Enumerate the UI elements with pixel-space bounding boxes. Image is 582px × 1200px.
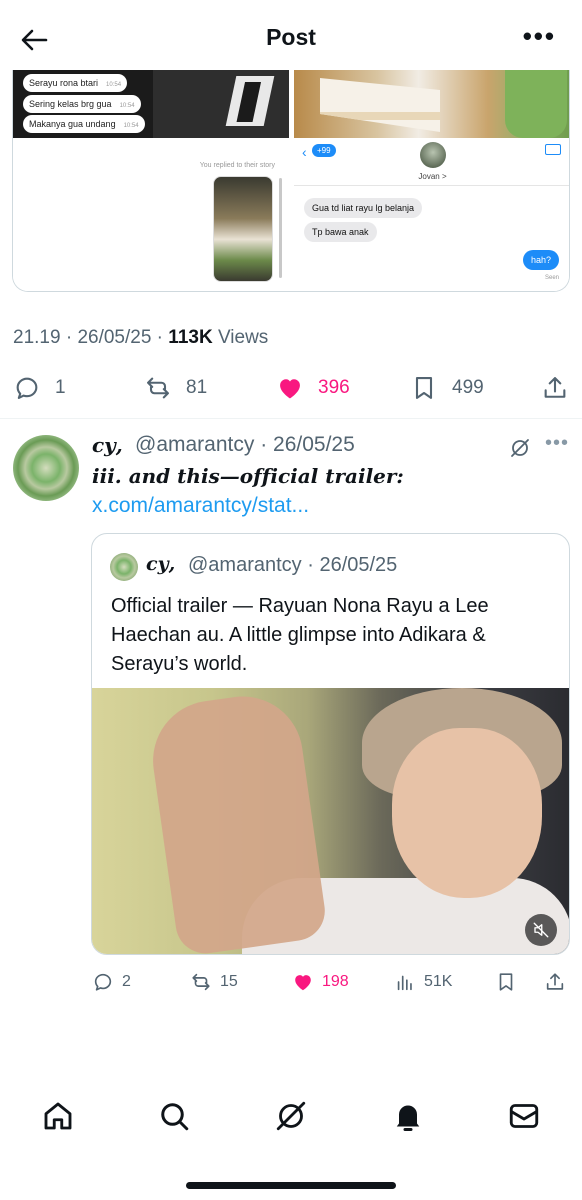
home-icon[interactable] [40,1098,76,1134]
repost-icon [192,973,210,991]
muted-speaker-icon [533,922,549,938]
bookmark-icon [499,973,513,991]
reply-button[interactable]: 2 [92,966,131,998]
reply-icon [16,377,38,399]
like-count: 198 [322,973,349,990]
divider [0,418,582,419]
bookmark-button[interactable]: 499 [410,366,484,410]
post-link[interactable]: x.com/amarantcy/stat... [92,494,309,518]
chat-bubble: Sering kelas brg gua 10:54 [23,95,141,113]
outgoing-bubble: hah? [522,250,559,270]
food-photo [294,70,569,138]
post-date: 26/05/25 [77,327,152,348]
home-indicator [186,1182,396,1189]
share-button[interactable] [544,966,574,998]
bookmark-count: 499 [452,377,484,398]
video-call-icon [545,144,561,155]
like-button[interactable]: 198 [292,966,349,998]
media-grid[interactable]: Serayu rona btari 10:54 Sering kelas brg … [12,70,570,292]
replied-note: You replied to their story [199,162,275,169]
contact-name: Jovan > [418,172,447,181]
reply-button[interactable]: 1 [13,366,66,410]
like-button[interactable]: 396 [276,366,350,410]
contact-avatar [420,142,446,168]
views-label: Views [217,327,269,348]
views-count[interactable]: 113K [168,327,212,348]
chat-bubble: Serayu rona btari 10:54 [23,74,128,92]
bottom-nav [0,1086,582,1156]
heart-filled-icon [295,975,311,991]
share-icon [544,377,566,398]
reply-actions: 2 15 198 51K [0,966,582,998]
read-receipt: Seen [544,275,559,281]
repost-count: 15 [220,973,238,990]
quoted-post[interactable]: 𝒄𝒚, @amarantcy · 26/05/25 Official trail… [91,533,570,955]
repost-button[interactable]: 81 [144,366,207,410]
story-thumbnail [213,176,273,282]
more-horizontal-icon[interactable]: ••• [523,23,556,49]
bookmark-icon [415,377,433,399]
grok-icon[interactable] [273,1098,309,1134]
repost-icon [147,377,169,399]
post-time: 21.19 [13,327,61,348]
views-count: 51K [424,973,453,990]
like-count: 396 [318,377,350,398]
repost-button[interactable]: 15 [190,966,238,998]
incoming-bubble: Gua td liat rayu lg belanja [304,198,423,218]
heart-filled-icon [280,379,300,399]
incoming-bubble: Tp bawa anak [304,222,377,242]
reply-count: 1 [55,377,66,398]
imessage-header: ‹ +99 Jovan > [294,140,569,186]
post-meta: 21.19 · 26/05/25 · 113K Views [13,327,269,348]
search-icon[interactable] [156,1098,192,1134]
video-player[interactable] [92,688,569,954]
analytics-icon [397,975,412,991]
share-button[interactable] [541,366,582,410]
scroll-indicator [279,178,282,278]
share-icon [546,973,564,990]
bookmark-button[interactable] [495,966,525,998]
notifications-icon[interactable] [390,1098,426,1134]
chat-bubble: Makanya gua undang 10:54 [23,115,145,133]
quote-display-name: 𝒄𝒚, [146,553,176,575]
post-actions: 1 81 396 499 [0,366,582,410]
media-image-left[interactable]: Serayu rona btari 10:54 Sering kelas brg … [13,70,289,291]
quote-avatar [110,553,138,581]
reply-count: 2 [122,973,131,990]
post-text: 𝒊𝒊𝒊. 𝒂𝒏𝒅 𝒕𝒉𝒊𝒔—𝒐𝒇𝒇𝒊𝒄𝒊𝒂𝒍 𝒕𝒓𝒂𝒊𝒍𝒆𝒓: [92,464,404,488]
grok-icon[interactable] [508,436,532,460]
media-image-right[interactable]: ‹ +99 Jovan > Gua td liat rayu lg belanj… [294,70,569,291]
repost-count: 81 [186,377,208,398]
messages-icon[interactable] [506,1098,542,1134]
quote-text: Official trailer — Rayuan Nona Rayu a Le… [111,595,489,675]
quote-handle-date: @amarantcy · 26/05/25 [188,554,398,576]
reply-icon [94,973,112,991]
unread-badge: +99 [312,144,336,157]
avatar[interactable] [13,435,79,501]
display-name[interactable]: 𝒄𝒚, [92,433,123,457]
more-icon[interactable]: ••• [545,432,569,455]
page-title: Post [266,24,316,50]
mute-button[interactable] [525,914,557,946]
chevron-left-icon: ‹ [302,144,307,160]
views-button[interactable]: 51K [394,966,452,998]
handle-and-date[interactable]: @amarantcy · 26/05/25 [135,433,355,457]
top-bar: Post ••• [0,0,582,72]
